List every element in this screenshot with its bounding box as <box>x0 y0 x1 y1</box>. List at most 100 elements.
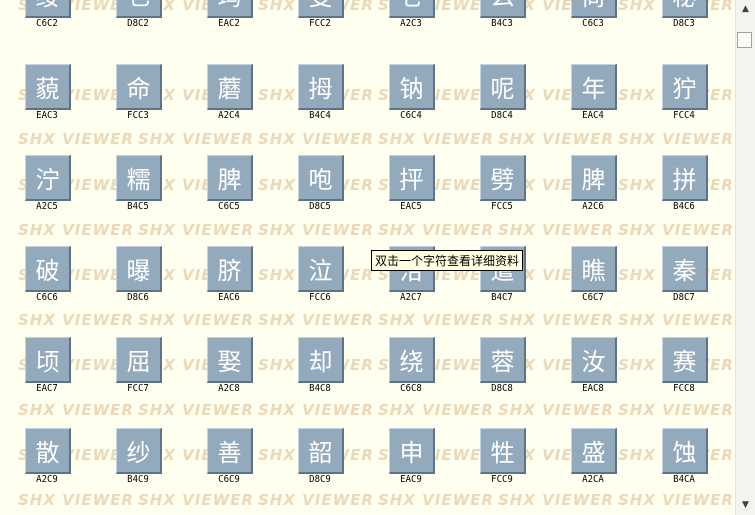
glyph-cell[interactable]: 秘 D8C3 <box>654 0 714 34</box>
glyph-tile[interactable]: 散 <box>25 428 71 474</box>
glyph-cell[interactable]: 拼 B4C6 <box>654 155 714 217</box>
glyph-cell[interactable]: 曝 D8C6 <box>108 246 168 308</box>
glyph-cell[interactable]: 狞 FCC4 <box>654 64 714 126</box>
glyph-tile[interactable]: 泣 <box>298 246 344 292</box>
glyph-tile[interactable]: 汝 <box>571 337 617 383</box>
glyph-cell[interactable]: 赛 FCC8 <box>654 337 714 399</box>
glyph-tile[interactable]: 瞧 <box>571 246 617 292</box>
glyph-tile[interactable]: 劈 <box>480 155 526 201</box>
glyph-cell[interactable]: 脾 A2C6 <box>563 155 623 217</box>
glyph-cell[interactable]: 呢 D8C4 <box>472 64 532 126</box>
glyph-tile[interactable]: 呢 <box>480 64 526 110</box>
glyph-cell[interactable]: 娶 A2C8 <box>199 337 259 399</box>
glyph-cell[interactable]: 么 B4C3 <box>472 0 532 34</box>
glyph-cell[interactable]: 蓉 D8C8 <box>472 337 532 399</box>
glyph-cell[interactable]: 盛 A2CA <box>563 428 623 490</box>
glyph-cell[interactable]: 尚 C6C3 <box>563 0 623 34</box>
watermark-text: SHX VIEWER <box>498 401 614 419</box>
glyph-tile[interactable]: 咆 <box>298 155 344 201</box>
glyph-tile[interactable]: 狞 <box>662 64 708 110</box>
glyph-tile[interactable]: 乜 <box>116 0 162 18</box>
glyph-tile[interactable]: 脾 <box>207 155 253 201</box>
glyph-cell[interactable]: 蚀 B4CA <box>654 428 714 490</box>
glyph-tile[interactable]: 命 <box>116 64 162 110</box>
glyph-cell[interactable]: 拇 B4C4 <box>290 64 350 126</box>
glyph-cell[interactable]: 脐 EAC6 <box>199 246 259 308</box>
glyph-cell[interactable]: 申 EAC9 <box>381 428 441 490</box>
glyph-cell[interactable]: 乜 D8C2 <box>108 0 168 34</box>
glyph-tile[interactable]: 绥 <box>25 0 71 18</box>
glyph-tile[interactable]: 脾 <box>571 155 617 201</box>
glyph-cell[interactable]: 绕 C6C8 <box>381 337 441 399</box>
glyph-cell[interactable]: 脾 C6C5 <box>199 155 259 217</box>
glyph-cell[interactable]: 纱 B4C9 <box>108 428 168 490</box>
glyph-tile[interactable]: 顷 <box>25 337 71 383</box>
glyph-cell[interactable]: 韶 D8C9 <box>290 428 350 490</box>
glyph-code-label: D8C7 <box>673 292 695 304</box>
glyph-tile[interactable]: 纱 <box>116 428 162 474</box>
glyph-tile[interactable]: 拇 <box>298 64 344 110</box>
glyph-cell[interactable]: 却 B4C8 <box>290 337 350 399</box>
glyph-character: 秘 <box>673 0 697 12</box>
glyph-cell[interactable]: 泞 A2C5 <box>17 155 77 217</box>
glyph-tile[interactable]: 屈 <box>116 337 162 383</box>
glyph-cell[interactable]: 瞧 C6C7 <box>563 246 623 308</box>
glyph-cell[interactable]: 散 A2C9 <box>17 428 77 490</box>
glyph-tile[interactable]: 钠 <box>389 64 435 110</box>
glyph-tile[interactable]: 仑 <box>389 0 435 18</box>
glyph-cell[interactable]: 汝 EAC8 <box>563 337 623 399</box>
glyph-cell[interactable]: 善 C6C9 <box>199 428 259 490</box>
glyph-cell[interactable]: 糯 B4C5 <box>108 155 168 217</box>
glyph-tile[interactable]: 善 <box>207 428 253 474</box>
glyph-tile[interactable]: 绕 <box>389 337 435 383</box>
glyph-cell[interactable]: 命 FCC3 <box>108 64 168 126</box>
glyph-tile[interactable]: 尚 <box>571 0 617 18</box>
glyph-tile[interactable]: 韶 <box>298 428 344 474</box>
glyph-cell[interactable]: 咆 D8C5 <box>290 155 350 217</box>
glyph-cell[interactable]: 绥 C6C2 <box>17 0 77 34</box>
glyph-cell[interactable]: 仑 A2C3 <box>381 0 441 34</box>
glyph-cell[interactable]: 钠 C6C4 <box>381 64 441 126</box>
glyph-tile[interactable]: 蓉 <box>480 337 526 383</box>
glyph-tile[interactable]: 抨 <box>389 155 435 201</box>
glyph-cell[interactable]: 屈 FCC7 <box>108 337 168 399</box>
glyph-tile[interactable]: 赛 <box>662 337 708 383</box>
glyph-cell[interactable]: 年 EAC4 <box>563 64 623 126</box>
glyph-cell[interactable]: 玛 EAC2 <box>199 0 259 34</box>
glyph-cell[interactable]: 藐 EAC3 <box>17 64 77 126</box>
glyph-tile[interactable]: 脐 <box>207 246 253 292</box>
glyph-tile[interactable]: 却 <box>298 337 344 383</box>
glyph-tile[interactable]: 叟 <box>298 0 344 18</box>
scrollbar-thumb[interactable] <box>737 32 752 48</box>
glyph-tile[interactable]: 秘 <box>662 0 708 18</box>
glyph-tile[interactable]: 拼 <box>662 155 708 201</box>
glyph-code-label: FCC7 <box>127 383 149 395</box>
glyph-cell[interactable]: 蘑 A2C4 <box>199 64 259 126</box>
glyph-cell[interactable]: 劈 FCC5 <box>472 155 532 217</box>
vertical-scrollbar[interactable]: ▲ ▼ <box>735 0 755 515</box>
glyph-cell[interactable]: 秦 D8C7 <box>654 246 714 308</box>
glyph-tile[interactable]: 破 <box>25 246 71 292</box>
glyph-tile[interactable]: 年 <box>571 64 617 110</box>
glyph-tile[interactable]: 泞 <box>25 155 71 201</box>
glyph-tile[interactable]: 蚀 <box>662 428 708 474</box>
glyph-tile[interactable]: 蘑 <box>207 64 253 110</box>
glyph-cell[interactable]: 顷 EAC7 <box>17 337 77 399</box>
glyph-cell[interactable]: 破 C6C6 <box>17 246 77 308</box>
glyph-cell[interactable]: 抨 EAC5 <box>381 155 441 217</box>
glyph-tile[interactable]: 娶 <box>207 337 253 383</box>
glyph-tile[interactable]: 藐 <box>25 64 71 110</box>
glyph-tile[interactable]: 糯 <box>116 155 162 201</box>
glyph-tile[interactable]: 秦 <box>662 246 708 292</box>
glyph-tile[interactable]: 牲 <box>480 428 526 474</box>
glyph-tile[interactable]: 么 <box>480 0 526 18</box>
scroll-down-arrow-icon[interactable]: ▼ <box>736 496 755 513</box>
glyph-tile[interactable]: 玛 <box>207 0 253 18</box>
glyph-tile[interactable]: 申 <box>389 428 435 474</box>
glyph-cell[interactable]: 叟 FCC2 <box>290 0 350 34</box>
glyph-tile[interactable]: 曝 <box>116 246 162 292</box>
glyph-cell[interactable]: 牲 FCC9 <box>472 428 532 490</box>
glyph-tile[interactable]: 盛 <box>571 428 617 474</box>
glyph-cell[interactable]: 泣 FCC6 <box>290 246 350 308</box>
scroll-up-arrow-icon[interactable]: ▲ <box>736 0 755 17</box>
